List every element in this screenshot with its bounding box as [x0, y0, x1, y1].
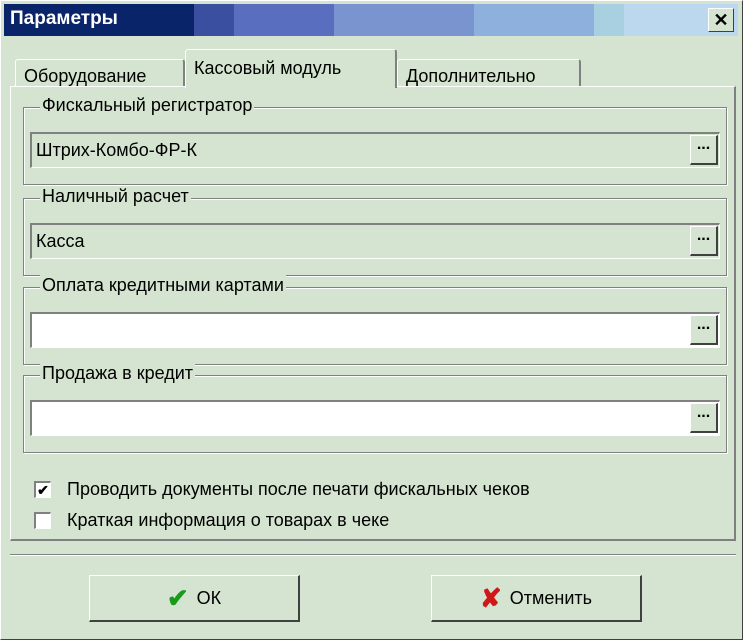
ok-button[interactable]: ✔ ОК	[89, 575, 300, 622]
tab-equipment-label: Оборудование	[24, 66, 147, 86]
x-icon: ✘	[479, 583, 502, 613]
tab-cash-module[interactable]: Кассовый модуль	[185, 49, 397, 88]
dialog-window: Параметры ✕ Оборудование Кассовый модуль…	[0, 0, 743, 640]
cancel-button[interactable]: ✘ Отменить	[431, 575, 642, 622]
credit-sale-field[interactable]: ...	[30, 400, 720, 436]
cash-payment-label: Наличный расчет	[40, 186, 191, 207]
card-payment-select-button[interactable]: ...	[690, 315, 718, 345]
fiscal-registrar-value: Штрих-Комбо-ФР-К	[36, 140, 197, 160]
close-icon: ✕	[713, 9, 729, 30]
group-cash-payment: Наличный расчет Касса ...	[23, 186, 727, 276]
card-payment-field[interactable]: ...	[30, 312, 720, 348]
fiscal-registrar-field[interactable]: Штрих-Комбо-ФР-К ...	[30, 132, 720, 168]
post-documents-label[interactable]: Проводить документы после печати фискаль…	[67, 479, 530, 500]
tab-additional[interactable]: Дополнительно	[397, 59, 581, 87]
credit-sale-label: Продажа в кредит	[40, 363, 195, 384]
brief-info-label[interactable]: Краткая информация о товарах в чеке	[67, 510, 389, 531]
card-payment-label: Оплата кредитными картами	[40, 275, 286, 296]
close-button[interactable]: ✕	[708, 8, 734, 32]
tab-additional-label: Дополнительно	[406, 66, 536, 86]
group-card-payment: Оплата кредитными картами ...	[23, 275, 727, 365]
tab-equipment[interactable]: Оборудование	[15, 59, 185, 87]
group-fiscal-registrar: Фискальный регистратор Штрих-Комбо-ФР-К …	[23, 95, 727, 185]
credit-sale-select-button[interactable]: ...	[690, 403, 718, 433]
post-documents-checkbox[interactable]: ✔	[34, 481, 51, 498]
brief-info-checkbox[interactable]	[34, 512, 51, 529]
cash-payment-select-button[interactable]: ...	[690, 226, 718, 256]
check-icon: ✔	[166, 583, 189, 613]
tab-panel: Фискальный регистратор Штрих-Комбо-ФР-К …	[10, 86, 736, 541]
group-credit-sale: Продажа в кредит ...	[23, 363, 727, 453]
window-title: Параметры	[10, 8, 118, 29]
title-bar[interactable]: Параметры ✕	[4, 4, 738, 36]
cancel-label: Отменить	[509, 587, 593, 608]
cash-payment-field[interactable]: Касса ...	[30, 223, 720, 259]
cash-payment-value: Касса	[36, 231, 85, 251]
fiscal-registrar-select-button[interactable]: ...	[690, 135, 718, 165]
separator	[10, 554, 736, 556]
tab-cash-module-label: Кассовый модуль	[194, 58, 342, 78]
fiscal-registrar-label: Фискальный регистратор	[40, 95, 255, 116]
ok-label: ОК	[196, 587, 222, 608]
checkmark-icon: ✔	[37, 482, 49, 498]
